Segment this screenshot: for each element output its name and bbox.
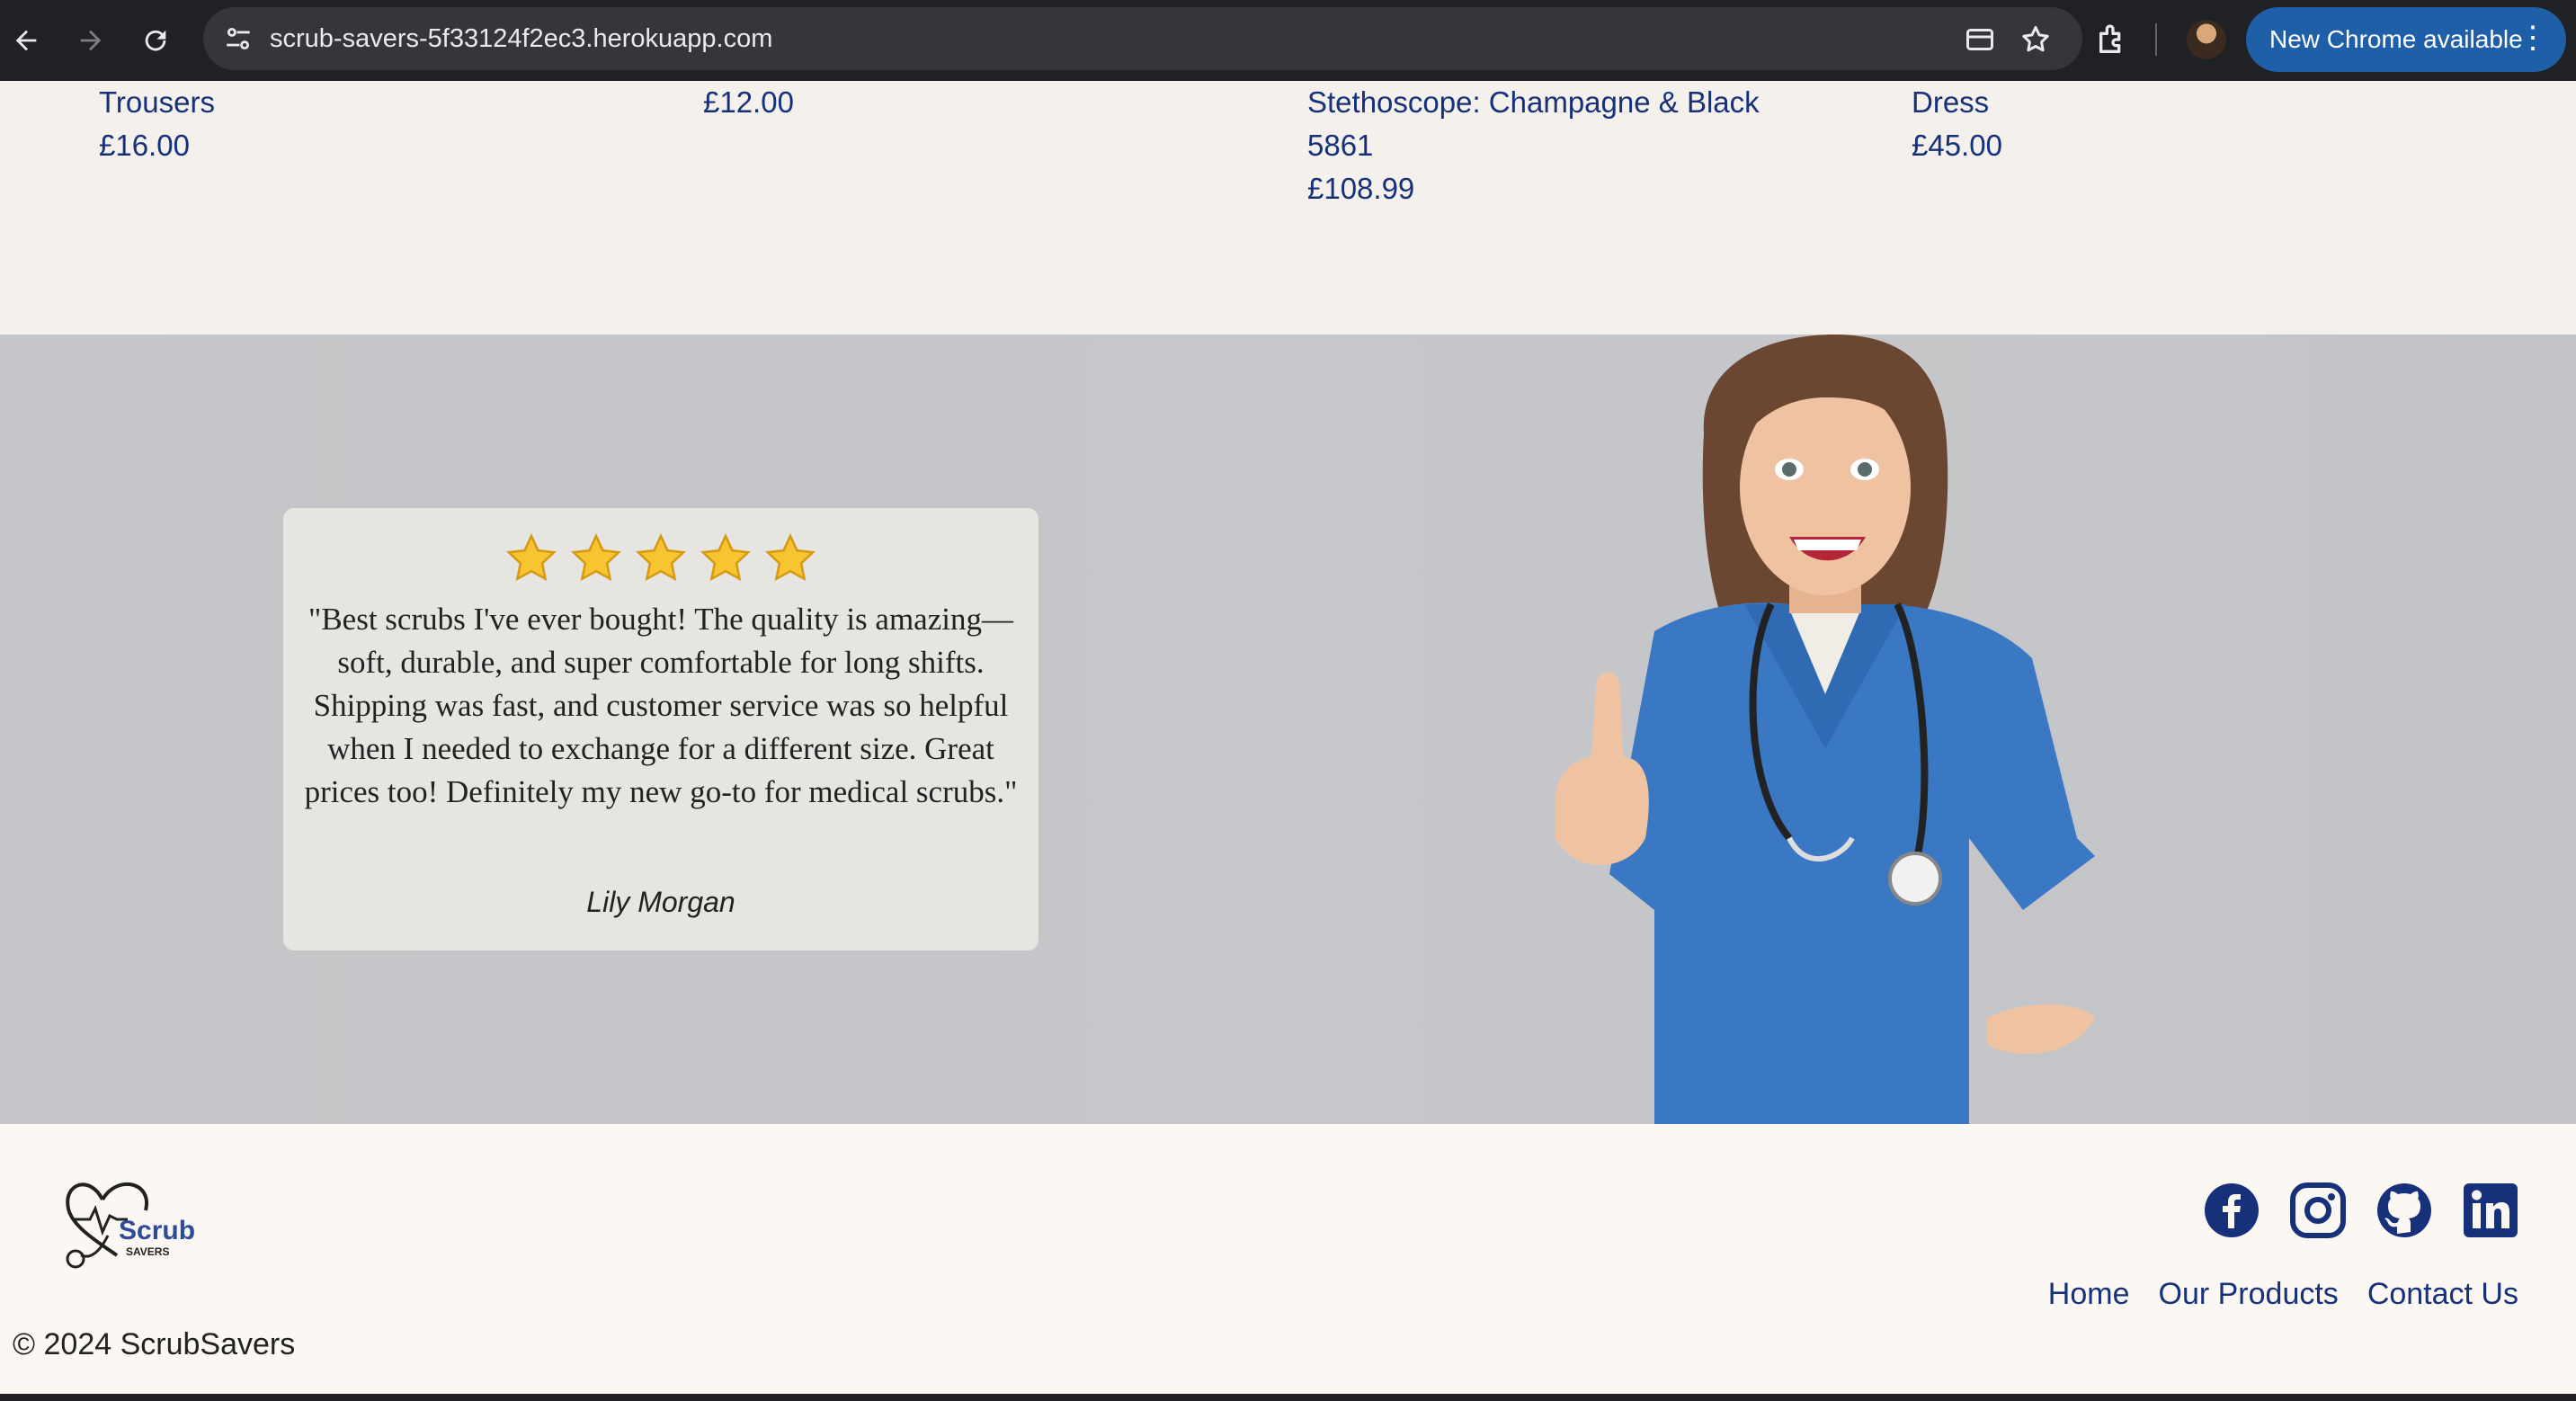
product-name[interactable]: Dress [1912, 81, 2469, 124]
facebook-icon[interactable] [2203, 1182, 2260, 1239]
copyright-text: © 2024 ScrubSavers [13, 1327, 296, 1361]
url-text: scrub-savers-5f33124f2ec3.herokuapp.com [270, 24, 773, 53]
site-footer: Scrub SAVERS Home Our Products Contact U… [0, 1124, 2576, 1401]
product-name[interactable]: Trousers [99, 81, 656, 124]
site-info-icon[interactable] [223, 23, 254, 54]
review-text: "Best scrubs I've ever bought! The quali… [304, 602, 1018, 809]
product-price: £12.00 [703, 85, 794, 119]
bookmark-star-icon[interactable] [2019, 23, 2052, 56]
product-name[interactable]: 5861 [1307, 124, 1865, 167]
testimonial-section: "Best scrubs I've ever bought! The quali… [0, 335, 2576, 1124]
product-name[interactable]: Stethoscope: Champagne & Black [1307, 81, 1865, 124]
back-button[interactable] [4, 18, 49, 63]
star-rating [283, 526, 1038, 598]
footer-link-home[interactable]: Home [2048, 1277, 2130, 1312]
product-price: £45.00 [1912, 129, 2002, 162]
nurse-thumbs-up-image [1555, 335, 2095, 1124]
toolbar-separator [2155, 23, 2157, 56]
profile-avatar[interactable] [2187, 20, 2226, 59]
star-icon [506, 533, 557, 582]
extensions-icon[interactable] [2095, 22, 2131, 58]
product-card[interactable]: £12.00 [703, 81, 1261, 124]
logo-sub: SAVERS [126, 1245, 169, 1258]
back-arrow-icon [15, 30, 37, 51]
social-links [2203, 1182, 2519, 1243]
reviewer-name: Lily Morgan [586, 886, 735, 918]
star-icon [636, 533, 686, 582]
product-grid: Trousers £16.00 £12.00 Stethoscope: Cham… [0, 81, 2576, 335]
address-bar[interactable]: scrub-savers-5f33124f2ec3.herokuapp.com [203, 7, 2082, 70]
new-chrome-available-button[interactable]: New Chrome available ⋮ [2246, 7, 2566, 72]
star-icon [765, 533, 816, 582]
window-bottom-edge [0, 1394, 2576, 1401]
review-card: "Best scrubs I've ever bought! The quali… [283, 508, 1038, 950]
github-icon[interactable] [2375, 1182, 2433, 1239]
product-price: £108.99 [1307, 172, 1415, 205]
product-card[interactable]: Trousers £16.00 [99, 81, 656, 167]
reload-button[interactable] [133, 18, 178, 63]
instagram-icon[interactable] [2289, 1182, 2347, 1239]
product-price: £16.00 [99, 129, 190, 162]
product-name-clipped [99, 45, 107, 88]
more-menu-icon[interactable]: ⋮ [2518, 7, 2548, 68]
footer-nav: Home Our Products Contact Us [2048, 1277, 2518, 1312]
reload-icon [145, 30, 166, 51]
card-icon[interactable] [1964, 23, 1996, 56]
product-card[interactable]: Dress £45.00 [1912, 81, 2469, 167]
star-icon [700, 533, 751, 582]
scrubsavers-logo[interactable]: Scrub SAVERS [63, 1173, 207, 1272]
linkedin-icon[interactable] [2462, 1182, 2519, 1239]
update-label: New Chrome available [2269, 25, 2523, 53]
footer-link-our-products[interactable]: Our Products [2159, 1277, 2339, 1312]
logo-word: Scrub [119, 1216, 195, 1245]
star-icon [571, 533, 621, 582]
footer-link-contact-us[interactable]: Contact Us [2367, 1277, 2518, 1312]
product-card[interactable]: Stethoscope: Champagne & Black 5861 £108… [1307, 81, 1865, 210]
browser-toolbar: scrub-savers-5f33124f2ec3.herokuapp.com … [0, 0, 2576, 81]
